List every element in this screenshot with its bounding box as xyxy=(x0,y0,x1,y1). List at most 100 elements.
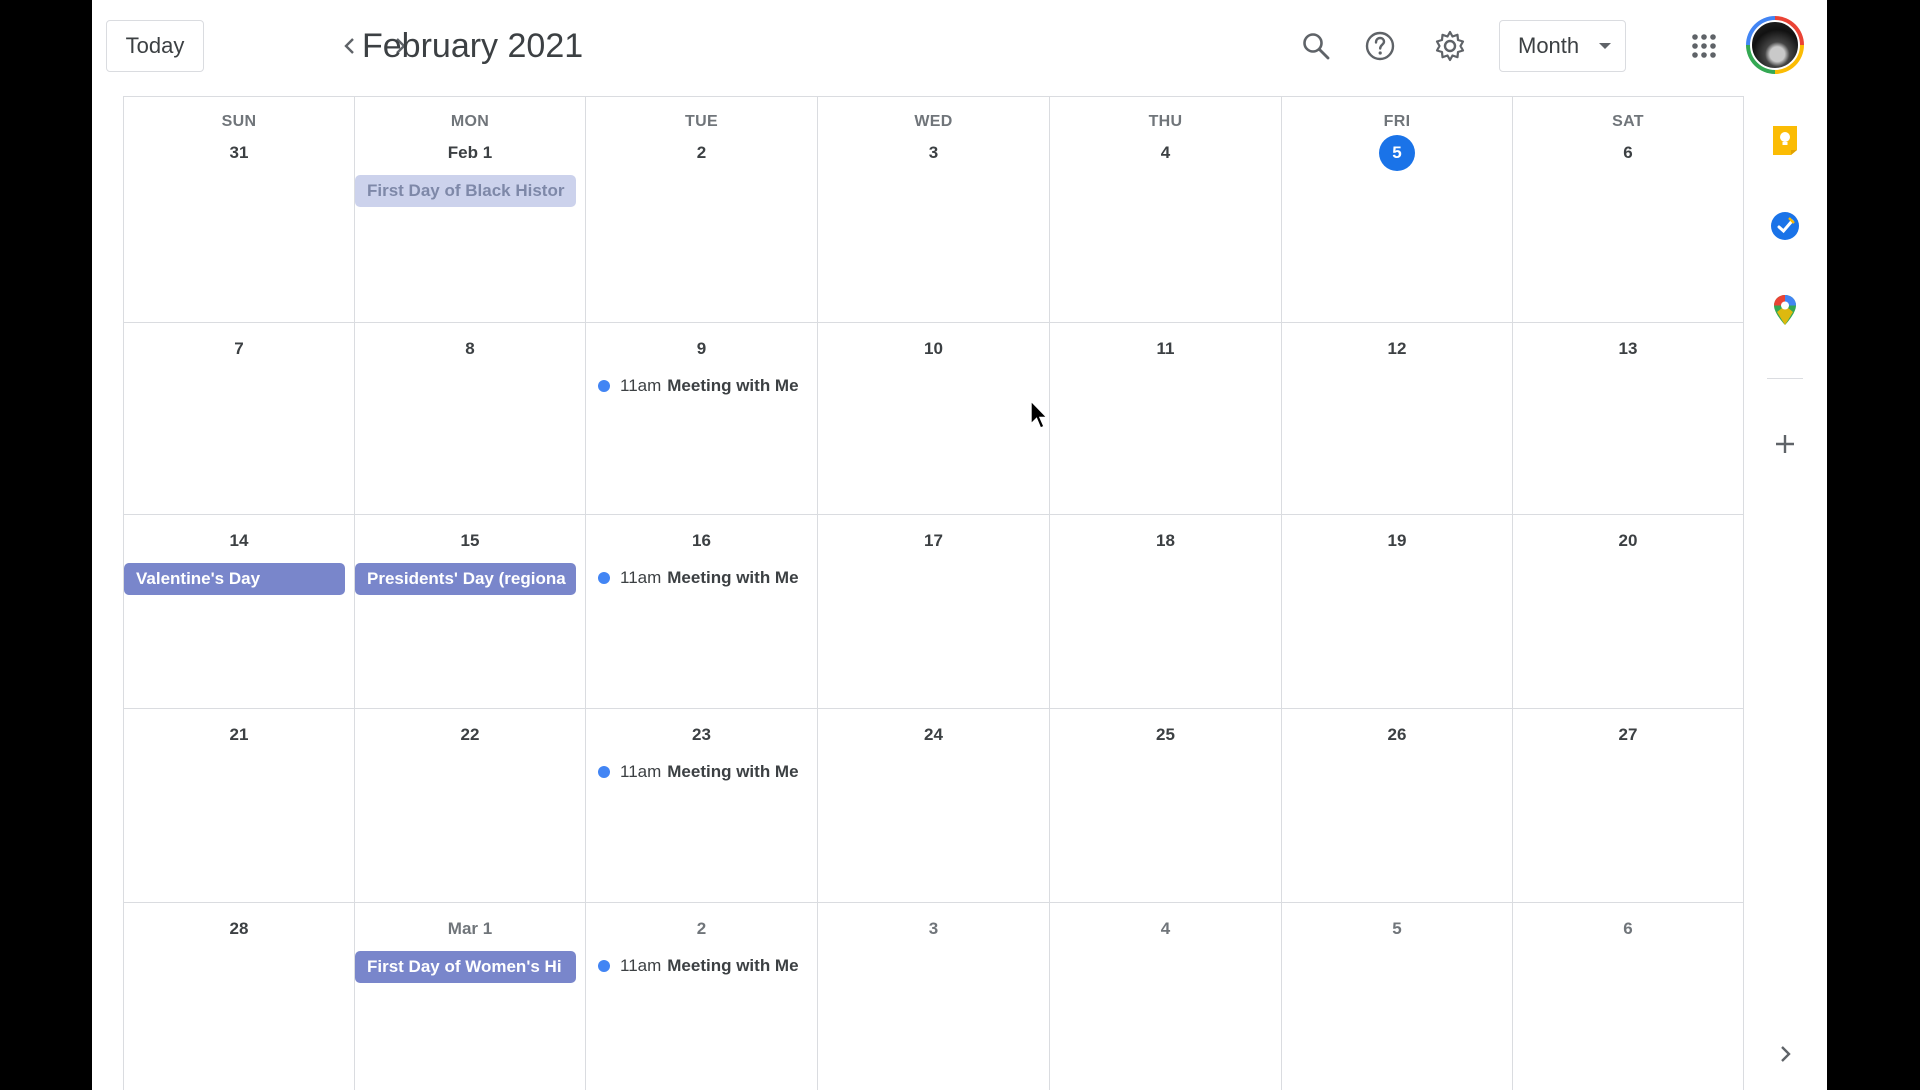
day-number[interactable]: 6 xyxy=(1513,919,1743,939)
day-number[interactable]: 17 xyxy=(818,531,1049,551)
help-button[interactable] xyxy=(1358,24,1402,68)
day-number[interactable]: 13 xyxy=(1513,339,1743,359)
day-number[interactable]: 5 xyxy=(1282,919,1512,939)
day-cell[interactable]: 14 Valentine's Day xyxy=(124,515,355,709)
day-number[interactable]: 25 xyxy=(1050,725,1281,745)
day-cell[interactable]: 13 xyxy=(1513,323,1744,515)
day-number[interactable]: 22 xyxy=(355,725,585,745)
day-cell[interactable]: 4 xyxy=(1050,903,1282,1090)
day-number[interactable]: 7 xyxy=(124,339,354,359)
expand-side-panel-button[interactable] xyxy=(1767,1036,1803,1072)
day-number[interactable]: 11 xyxy=(1050,339,1281,359)
day-number[interactable]: 6 xyxy=(1513,143,1743,163)
day-number[interactable]: 9 xyxy=(586,339,817,359)
timed-event[interactable]: 11am Meeting with Me xyxy=(598,951,808,981)
day-cell[interactable]: 25 xyxy=(1050,709,1282,903)
day-number[interactable]: 27 xyxy=(1513,725,1743,745)
keep-button[interactable] xyxy=(1767,122,1803,158)
day-cell[interactable]: 17 xyxy=(818,515,1050,709)
day-number[interactable]: 2 xyxy=(586,919,817,939)
day-cell[interactable]: 10 xyxy=(818,323,1050,515)
day-number[interactable]: 20 xyxy=(1513,531,1743,551)
day-number[interactable]: 31 xyxy=(124,143,354,163)
day-cell[interactable]: SUN 31 xyxy=(124,97,355,323)
day-number[interactable]: 26 xyxy=(1282,725,1512,745)
timed-event[interactable]: 11am Meeting with Me xyxy=(598,563,808,593)
day-cell[interactable]: 9 11am Meeting with Me xyxy=(586,323,818,515)
apps-button[interactable] xyxy=(1682,24,1726,68)
day-cell[interactable]: 8 xyxy=(355,323,586,515)
day-number[interactable]: 23 xyxy=(586,725,817,745)
maps-icon xyxy=(1774,295,1796,325)
day-cell[interactable]: 18 xyxy=(1050,515,1282,709)
day-cell[interactable]: 3 xyxy=(818,903,1050,1090)
search-button[interactable] xyxy=(1294,24,1338,68)
apps-grid-icon xyxy=(1692,34,1716,58)
weekday-header: THU xyxy=(1148,113,1183,130)
day-cell[interactable]: 16 11am Meeting with Me xyxy=(586,515,818,709)
weekday-header: FRI xyxy=(1383,113,1411,130)
day-number[interactable]: 3 xyxy=(818,919,1049,939)
day-number[interactable]: 24 xyxy=(818,725,1049,745)
all-day-event-chip[interactable]: First Day of Black Histor xyxy=(355,175,576,207)
day-cell[interactable]: 15 Presidents' Day (regiona xyxy=(355,515,586,709)
day-number[interactable]: 4 xyxy=(1050,143,1281,163)
day-number[interactable]: 15 xyxy=(355,531,585,551)
timed-event[interactable]: 11am Meeting with Me xyxy=(598,371,808,401)
day-cell[interactable]: 6 xyxy=(1513,903,1744,1090)
day-cell[interactable]: WED 3 xyxy=(818,97,1050,323)
day-cell[interactable]: 11 xyxy=(1050,323,1282,515)
tasks-button[interactable] xyxy=(1767,208,1803,244)
day-number[interactable]: Mar 1 xyxy=(355,919,585,939)
header: Today February 2021 Month xyxy=(92,0,1827,96)
weekday-header: TUE xyxy=(685,113,718,130)
account-avatar[interactable] xyxy=(1746,16,1804,74)
day-number[interactable]: 21 xyxy=(124,725,354,745)
settings-button[interactable] xyxy=(1428,24,1472,68)
all-day-event-chip[interactable]: First Day of Women's Hi xyxy=(355,951,576,983)
day-number[interactable]: 8 xyxy=(355,339,585,359)
day-cell[interactable]: MON Feb 1 First Day of Black Histor xyxy=(355,97,586,323)
today-button[interactable]: Today xyxy=(106,20,204,72)
day-number[interactable]: Feb 1 xyxy=(355,143,585,163)
timed-event[interactable]: 11am Meeting with Me xyxy=(598,757,808,787)
day-cell[interactable]: 7 xyxy=(124,323,355,515)
day-cell[interactable]: 26 xyxy=(1282,709,1513,903)
day-cell[interactable]: 5 xyxy=(1282,903,1513,1090)
day-cell[interactable]: 21 xyxy=(124,709,355,903)
day-cell[interactable]: 2 11am Meeting with Me xyxy=(586,903,818,1090)
day-cell[interactable]: TUE 2 xyxy=(586,97,818,323)
day-number[interactable]: 28 xyxy=(124,919,354,939)
day-number[interactable]: 16 xyxy=(586,531,817,551)
day-number[interactable]: 12 xyxy=(1282,339,1512,359)
day-cell[interactable]: 19 xyxy=(1282,515,1513,709)
add-addon-button[interactable] xyxy=(1767,426,1803,462)
view-selector[interactable]: Month xyxy=(1499,20,1626,72)
help-icon xyxy=(1365,31,1395,61)
all-day-event-chip[interactable]: Valentine's Day xyxy=(124,563,345,595)
day-number[interactable]: 5 xyxy=(1282,135,1512,171)
today-date-badge[interactable]: 5 xyxy=(1379,135,1415,171)
day-number[interactable]: 3 xyxy=(818,143,1049,163)
day-cell[interactable]: 22 xyxy=(355,709,586,903)
day-cell[interactable]: 24 xyxy=(818,709,1050,903)
day-number[interactable]: 14 xyxy=(124,531,354,551)
day-cell[interactable]: 12 xyxy=(1282,323,1513,515)
day-cell[interactable]: FRI 5 xyxy=(1282,97,1513,323)
maps-button[interactable] xyxy=(1767,292,1803,328)
day-cell[interactable]: SAT 6 xyxy=(1513,97,1744,323)
day-number[interactable]: 10 xyxy=(818,339,1049,359)
day-cell[interactable]: Mar 1 First Day of Women's Hi xyxy=(355,903,586,1090)
day-number[interactable]: 2 xyxy=(586,143,817,163)
day-cell[interactable]: 27 xyxy=(1513,709,1744,903)
day-cell[interactable]: 28 xyxy=(124,903,355,1090)
search-icon xyxy=(1303,33,1330,60)
event-title: Meeting with Me xyxy=(667,762,799,781)
day-number[interactable]: 19 xyxy=(1282,531,1512,551)
all-day-event-chip[interactable]: Presidents' Day (regiona xyxy=(355,563,576,595)
day-number[interactable]: 4 xyxy=(1050,919,1281,939)
day-number[interactable]: 18 xyxy=(1050,531,1281,551)
day-cell[interactable]: THU 4 xyxy=(1050,97,1282,323)
day-cell[interactable]: 20 xyxy=(1513,515,1744,709)
day-cell[interactable]: 23 11am Meeting with Me xyxy=(586,709,818,903)
